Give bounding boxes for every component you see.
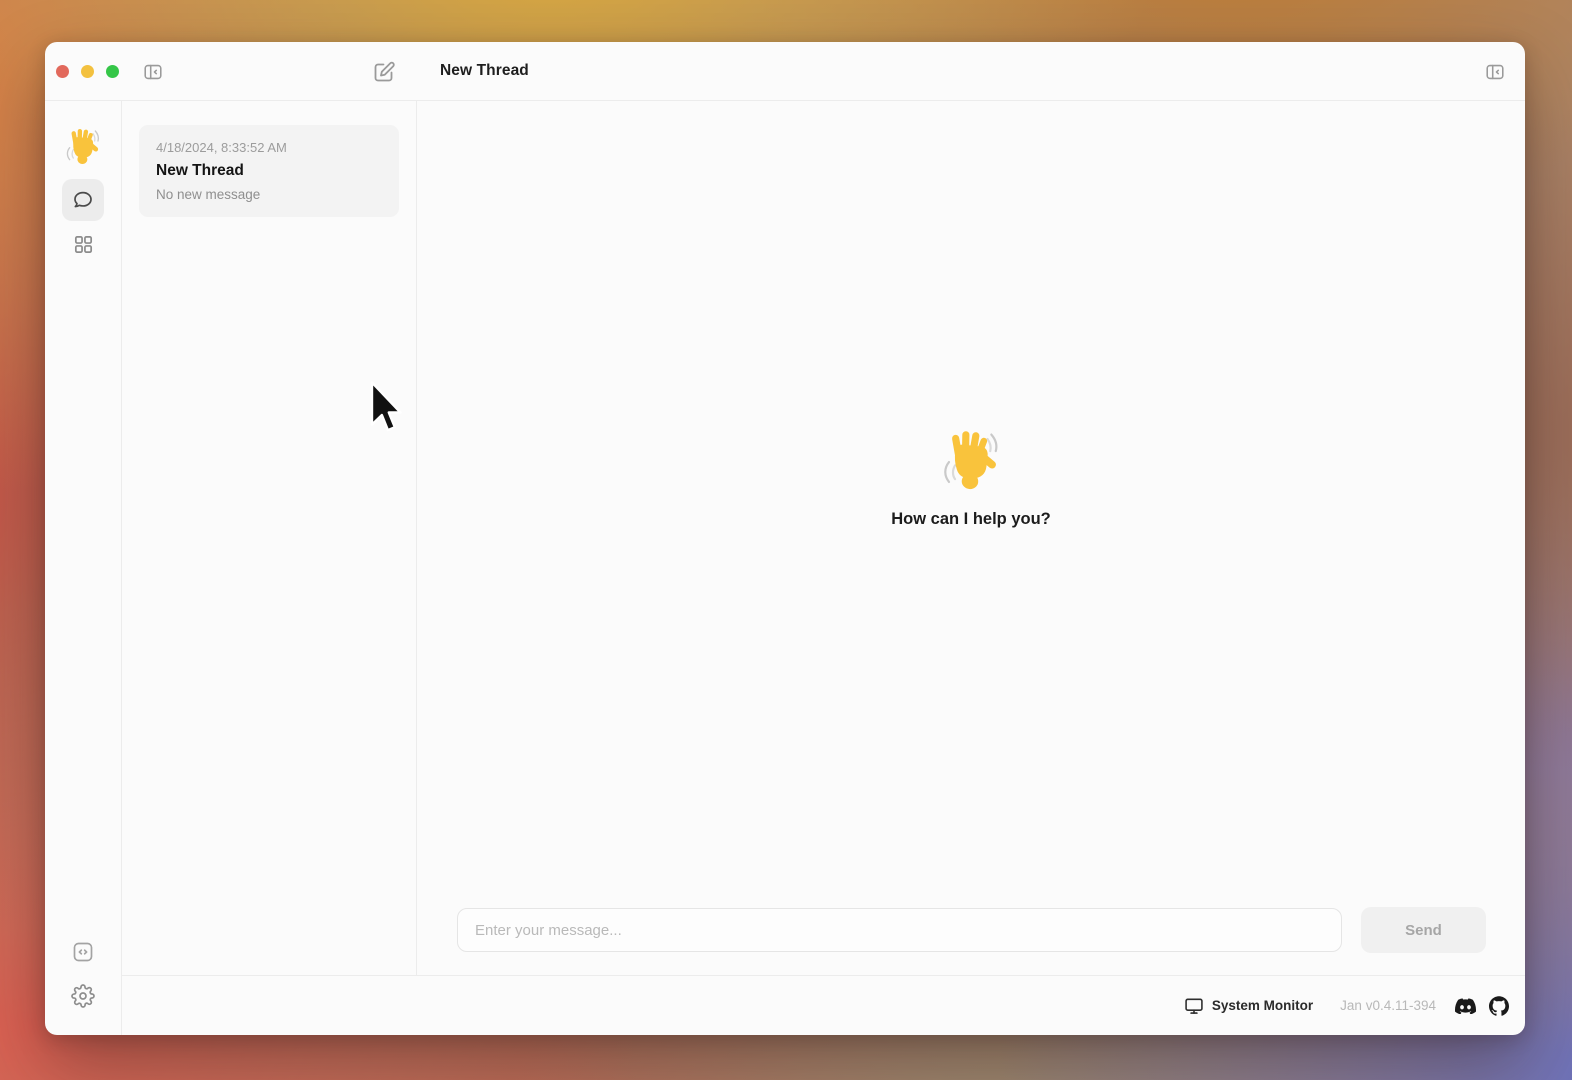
message-input[interactable] <box>457 908 1342 952</box>
composer-bar: Send <box>417 907 1525 975</box>
settings-gear-icon <box>71 984 95 1008</box>
close-window-button[interactable] <box>56 65 69 78</box>
nav-hub-button[interactable] <box>64 225 102 263</box>
welcome-heading: How can I help you? <box>891 510 1051 529</box>
thread-title: New Thread <box>156 162 382 180</box>
status-bar: System Monitor Jan v0.4.11-394 <box>122 975 1525 1035</box>
zoom-window-button[interactable] <box>106 65 119 78</box>
thread-subtitle: No new message <box>156 187 382 202</box>
welcome-block: How can I help you? <box>417 75 1525 881</box>
minimize-window-button[interactable] <box>81 65 94 78</box>
local-api-server-button[interactable] <box>66 935 100 969</box>
github-icon <box>1489 996 1509 1016</box>
system-monitor-toggle[interactable]: System Monitor <box>1184 996 1313 1016</box>
app-version-label: Jan v0.4.11-394 <box>1340 998 1436 1013</box>
waving-hand-icon <box>938 428 1004 494</box>
apps-grid-icon <box>72 233 95 256</box>
discord-link[interactable] <box>1455 998 1476 1014</box>
chat-bubble-icon <box>71 188 95 212</box>
settings-button[interactable] <box>66 979 100 1013</box>
traffic-lights <box>56 42 119 101</box>
chat-main-panel: How can I help you? Send <box>417 101 1525 975</box>
github-link[interactable] <box>1489 996 1509 1016</box>
thread-list-item[interactable]: 4/18/2024, 8:33:52 AM New Thread No new … <box>139 125 399 217</box>
system-monitor-label: System Monitor <box>1212 998 1313 1013</box>
compose-pencil-icon <box>372 60 396 84</box>
send-button[interactable]: Send <box>1361 907 1486 953</box>
monitor-icon <box>1184 996 1204 1016</box>
toggle-left-panel-button[interactable] <box>141 60 165 84</box>
local-api-code-icon <box>71 940 95 964</box>
new-thread-button[interactable] <box>371 59 397 85</box>
thread-timestamp: 4/18/2024, 8:33:52 AM <box>156 140 382 155</box>
discord-icon <box>1455 998 1476 1014</box>
app-logo-wave-icon <box>63 127 103 167</box>
nav-threads-button[interactable] <box>62 179 104 221</box>
app-window: New Thread <box>45 42 1525 1035</box>
thread-list-panel: 4/18/2024, 8:33:52 AM New Thread No new … <box>122 101 417 975</box>
nav-ribbon <box>45 101 122 1035</box>
